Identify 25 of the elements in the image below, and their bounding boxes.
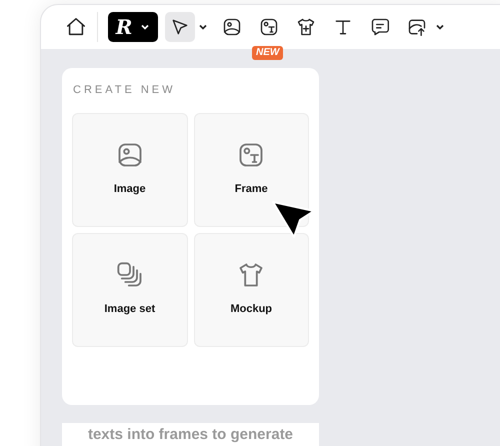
frame-text-icon <box>237 141 266 170</box>
stacked-images-icon <box>116 261 144 290</box>
image-icon <box>116 141 144 170</box>
create-option[interactable]: Frame <box>194 112 309 226</box>
comment-icon <box>370 17 390 37</box>
toolbar-tool[interactable] <box>165 12 195 42</box>
logo: R <box>116 17 132 37</box>
create-option[interactable]: Image <box>72 112 188 226</box>
chevron-down-icon[interactable] <box>140 22 150 32</box>
frame-text-icon <box>259 17 279 37</box>
logo-menu-button[interactable]: R <box>108 12 158 42</box>
image-icon <box>222 17 242 37</box>
home-button[interactable] <box>65 16 87 38</box>
home-icon <box>65 16 87 38</box>
chevron-down-icon[interactable] <box>435 22 445 32</box>
panel-title: CREATE NEW <box>72 83 177 98</box>
hint-text: texts into frames to generate <box>88 425 294 445</box>
shirt-icon <box>237 261 266 290</box>
new-badge: NEW <box>252 46 284 60</box>
pointer-icon <box>170 17 190 37</box>
create-option[interactable]: Image set <box>72 232 188 346</box>
shirt-plus-icon <box>296 17 316 37</box>
create-option[interactable]: Mockup <box>194 232 309 346</box>
chevron-down-icon[interactable] <box>198 22 208 32</box>
image-upload-icon <box>407 17 427 37</box>
